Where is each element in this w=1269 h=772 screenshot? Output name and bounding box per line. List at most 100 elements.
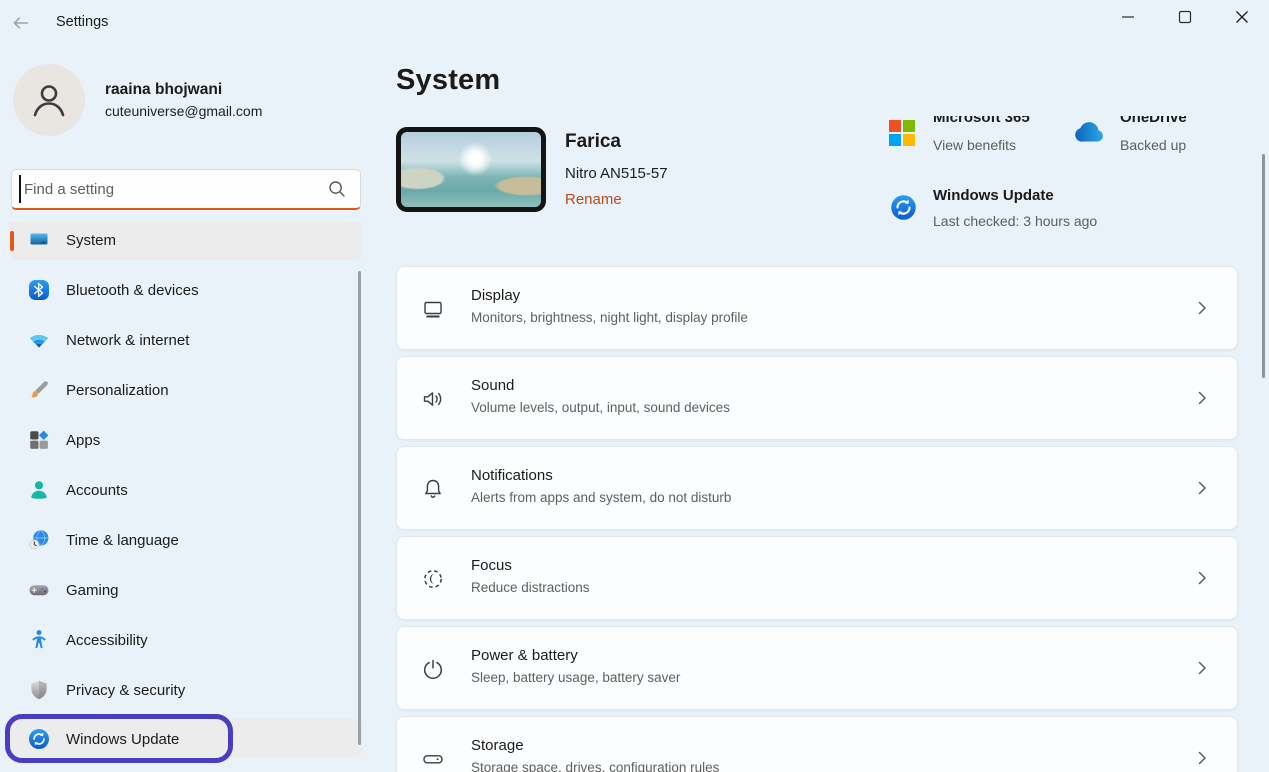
chevron-right-icon: [1193, 569, 1211, 587]
privacy-shield-icon: [28, 679, 50, 701]
sidebar-item-label: Bluetooth & devices: [66, 282, 199, 299]
card-subtitle: Alerts from apps and system, do not dist…: [471, 490, 731, 505]
network-icon: [28, 329, 50, 351]
sidebar-item-label: Privacy & security: [66, 682, 185, 699]
card-storage[interactable]: Storage Storage space, drives, configura…: [396, 716, 1238, 772]
selected-accent-bar: [10, 231, 14, 251]
onedrive-cloud-icon: [1071, 121, 1104, 144]
storage-icon: [420, 746, 446, 772]
apps-icon: [28, 429, 50, 451]
search-box[interactable]: [11, 169, 361, 210]
close-button[interactable]: [1219, 0, 1265, 34]
card-title: Power & battery: [471, 647, 578, 664]
sidebar-item-label: Accounts: [66, 482, 128, 499]
card-subtitle: Sleep, battery usage, battery saver: [471, 670, 680, 685]
ms-logo-green: [903, 120, 915, 132]
sidebar-item-apps[interactable]: Apps: [0, 420, 363, 460]
focus-icon: [420, 566, 446, 592]
status-subtitle: Backed up: [1120, 137, 1186, 153]
sidebar-item-label: System: [66, 232, 116, 249]
card-focus[interactable]: Focus Reduce distractions: [396, 536, 1238, 620]
sidebar-item-label: Network & internet: [66, 332, 189, 349]
sidebar-item-bluetooth-devices[interactable]: Bluetooth & devices: [0, 270, 363, 310]
person-icon: [27, 78, 71, 122]
gaming-icon: [28, 579, 50, 601]
minimize-button[interactable]: [1105, 0, 1151, 34]
sidebar-item-label: Gaming: [66, 582, 119, 599]
chevron-right-icon: [1193, 299, 1211, 317]
status-subtitle: View benefits: [933, 137, 1016, 153]
ms-logo-yellow: [903, 134, 915, 146]
sidebar-item-label: Apps: [66, 432, 100, 449]
selected-highlight: [10, 222, 362, 260]
card-sound[interactable]: Sound Volume levels, output, input, soun…: [396, 356, 1238, 440]
device-thumbnail: [396, 127, 546, 212]
display-icon: [420, 296, 446, 322]
rename-link[interactable]: Rename: [565, 191, 622, 208]
status-title-clipped: OneDrive: [1120, 116, 1230, 128]
device-model: Nitro AN515-57: [565, 165, 668, 182]
card-title: Display: [471, 287, 520, 304]
maximize-icon: [1177, 9, 1193, 25]
card-power-battery[interactable]: Power & battery Sleep, battery usage, ba…: [396, 626, 1238, 710]
sidebar-item-personalization[interactable]: Personalization: [0, 370, 363, 410]
card-title: Focus: [471, 557, 512, 574]
sidebar-item-time-language[interactable]: Time & language: [0, 520, 363, 560]
ms-logo-red: [889, 120, 901, 132]
card-subtitle: Reduce distractions: [471, 580, 590, 595]
windows-update-icon: [890, 194, 917, 221]
back-arrow-icon: [11, 13, 31, 33]
search-input[interactable]: [22, 170, 322, 208]
card-subtitle: Storage space, drives, configuration rul…: [471, 760, 719, 772]
time-language-icon: [28, 529, 50, 551]
device-name: Farica: [565, 131, 621, 153]
sidebar-item-label: Accessibility: [66, 632, 148, 649]
card-title: Storage: [471, 737, 524, 754]
ms-logo-blue: [889, 134, 901, 146]
avatar[interactable]: [13, 64, 85, 136]
card-title: Sound: [471, 377, 514, 394]
card-notifications[interactable]: Notifications Alerts from apps and syste…: [396, 446, 1238, 530]
sidebar-item-label: Windows Update: [66, 731, 179, 748]
chevron-right-icon: [1193, 659, 1211, 677]
accounts-icon: [28, 479, 50, 501]
chevron-right-icon: [1193, 479, 1211, 497]
sidebar-item-privacy-security[interactable]: Privacy & security: [0, 670, 363, 710]
microsoft-logo-icon: [889, 120, 915, 146]
hover-highlight: [10, 719, 362, 757]
card-subtitle: Monitors, brightness, night light, displ…: [471, 310, 748, 325]
app-title: Settings: [56, 14, 108, 30]
chevron-right-icon: [1193, 389, 1211, 407]
sidebar-item-label: Personalization: [66, 382, 169, 399]
back-button[interactable]: [8, 10, 34, 36]
profile-name: raaina bhojwani: [105, 81, 222, 99]
sidebar-item-gaming[interactable]: Gaming: [0, 570, 363, 610]
chevron-right-icon: [1193, 749, 1211, 767]
status-title: Windows Update: [933, 187, 1054, 204]
sidebar-scrollbar[interactable]: [358, 271, 361, 745]
main-scrollbar[interactable]: [1262, 154, 1265, 378]
windows-update-icon: [28, 728, 50, 750]
bell-icon: [420, 476, 446, 502]
close-icon: [1234, 9, 1250, 25]
sidebar-item-windows-update[interactable]: Windows Update: [0, 719, 363, 759]
sidebar-item-network-internet[interactable]: Network & internet: [0, 320, 363, 360]
status-title-clipped: Microsoft 365: [933, 116, 1073, 128]
card-display[interactable]: Display Monitors, brightness, night ligh…: [396, 266, 1238, 350]
profile-email: cuteuniverse@gmail.com: [105, 103, 262, 119]
personalization-icon: [28, 379, 50, 401]
sound-icon: [420, 386, 446, 412]
sidebar-item-accessibility[interactable]: Accessibility: [0, 620, 363, 660]
sidebar-item-system[interactable]: System: [0, 220, 363, 260]
maximize-button[interactable]: [1162, 0, 1208, 34]
settings-window: Settings raaina bhojwani cuteuniverse@gm…: [0, 0, 1269, 772]
minimize-icon: [1120, 9, 1136, 25]
power-icon: [420, 656, 446, 682]
status-subtitle: Last checked: 3 hours ago: [933, 213, 1097, 229]
search-icon: [327, 179, 347, 199]
text-caret: [19, 175, 21, 203]
sidebar-item-label: Time & language: [66, 532, 179, 549]
sidebar-item-accounts[interactable]: Accounts: [0, 470, 363, 510]
card-subtitle: Volume levels, output, input, sound devi…: [471, 400, 730, 415]
system-icon: [28, 229, 50, 251]
